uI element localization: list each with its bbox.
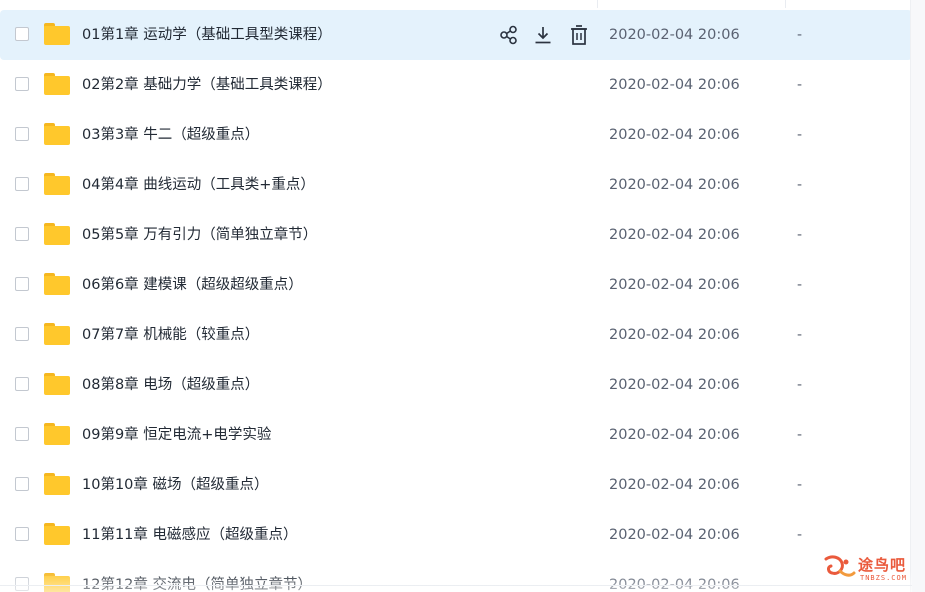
row-checkbox[interactable] — [15, 477, 29, 491]
file-row[interactable]: 05第5章 万有引力（简单独立章节） 2020-02-04 20:06 - — [0, 210, 912, 260]
file-name[interactable]: 08第8章 电场（超级重点） — [82, 375, 259, 395]
watermark-text: 途鸟吧 — [858, 556, 907, 574]
list-bottom-border — [0, 585, 912, 586]
file-size: - — [797, 327, 803, 343]
folder-icon — [44, 573, 70, 592]
header-edge — [0, 0, 925, 10]
row-checkbox[interactable] — [15, 77, 29, 91]
folder-icon — [44, 73, 70, 95]
file-row[interactable]: 03第3章 牛二（超级重点） 2020-02-04 20:06 - — [0, 110, 912, 160]
file-row[interactable]: 11第11章 电磁感应（超级重点） 2020-02-04 20:06 - — [0, 510, 912, 560]
file-row[interactable]: 09第9章 恒定电流+电学实验 2020-02-04 20:06 - — [0, 410, 912, 460]
download-icon[interactable] — [532, 23, 554, 47]
folder-icon — [44, 273, 70, 295]
folder-icon — [44, 173, 70, 195]
modified-time: 2020-02-04 20:06 — [609, 277, 740, 293]
file-name[interactable]: 02第2章 基础力学（基础工具类课程） — [82, 75, 332, 95]
row-checkbox[interactable] — [15, 377, 29, 391]
file-size: - — [797, 527, 803, 543]
folder-icon — [44, 523, 70, 545]
modified-time: 2020-02-04 20:06 — [609, 527, 740, 543]
modified-time: 2020-02-04 20:06 — [609, 427, 740, 443]
watermark-logo: 途鸟吧 TNBZS.COM — [822, 553, 918, 587]
folder-icon — [44, 223, 70, 245]
file-size: - — [797, 477, 803, 493]
modified-time: 2020-02-04 20:06 — [609, 377, 740, 393]
row-checkbox[interactable] — [15, 27, 29, 41]
file-row[interactable]: 08第8章 电场（超级重点） 2020-02-04 20:06 - — [0, 360, 912, 410]
file-size: - — [797, 177, 803, 193]
file-size: - — [797, 127, 803, 143]
file-name[interactable]: 04第4章 曲线运动（工具类+重点） — [82, 175, 315, 195]
file-name[interactable]: 09第9章 恒定电流+电学实验 — [82, 425, 271, 445]
modified-time: 2020-02-04 20:06 — [609, 127, 740, 143]
file-list-view: 01第1章 运动学（基础工具型类课程） 2020-02-04 20:06-02第2… — [0, 0, 925, 592]
file-size: - — [797, 377, 803, 393]
file-row[interactable]: 02第2章 基础力学（基础工具类课程） 2020-02-04 20:06 - — [0, 60, 912, 110]
row-checkbox[interactable] — [15, 427, 29, 441]
row-checkbox[interactable] — [15, 177, 29, 191]
column-divider — [785, 0, 786, 8]
file-size: - — [797, 277, 803, 293]
file-name[interactable]: 07第7章 机械能（较重点） — [82, 325, 259, 345]
file-name[interactable]: 05第5章 万有引力（简单独立章节） — [82, 225, 317, 245]
file-list: 01第1章 运动学（基础工具型类课程） 2020-02-04 20:06-02第2… — [0, 10, 912, 592]
folder-icon — [44, 123, 70, 145]
file-name[interactable]: 12第12章 交流电（简单独立章节） — [82, 575, 312, 592]
file-row[interactable]: 04第4章 曲线运动（工具类+重点） 2020-02-04 20:06 - — [0, 160, 912, 210]
file-row[interactable]: 07第7章 机械能（较重点） 2020-02-04 20:06 - — [0, 310, 912, 360]
folder-icon — [44, 323, 70, 345]
row-checkbox[interactable] — [15, 527, 29, 541]
scrollbar[interactable] — [910, 0, 925, 592]
modified-time: 2020-02-04 20:06 — [609, 577, 740, 592]
row-checkbox[interactable] — [15, 127, 29, 141]
column-divider — [597, 0, 598, 8]
share-icon[interactable] — [498, 23, 520, 47]
modified-time: 2020-02-04 20:06 — [609, 477, 740, 493]
modified-time: 2020-02-04 20:06 — [609, 177, 740, 193]
modified-time: 2020-02-04 20:06 — [609, 27, 740, 43]
file-row[interactable]: 12第12章 交流电（简单独立章节） 2020-02-04 20:06 — [0, 560, 912, 592]
delete-icon[interactable] — [568, 23, 590, 47]
folder-icon — [44, 23, 70, 45]
modified-time: 2020-02-04 20:06 — [609, 227, 740, 243]
folder-icon — [44, 473, 70, 495]
folder-icon — [44, 423, 70, 445]
row-checkbox[interactable] — [15, 577, 29, 591]
file-name[interactable]: 01第1章 运动学（基础工具型类课程） — [82, 25, 332, 45]
watermark-bird-icon — [824, 555, 856, 577]
file-row[interactable]: 01第1章 运动学（基础工具型类课程） 2020-02-04 20:06 - — [0, 10, 912, 60]
file-name[interactable]: 10第10章 磁场（超级重点） — [82, 475, 269, 495]
file-row[interactable]: 10第10章 磁场（超级重点） 2020-02-04 20:06 - — [0, 460, 912, 510]
modified-time: 2020-02-04 20:06 — [609, 77, 740, 93]
file-name[interactable]: 06第6章 建模课（超级超级重点） — [82, 275, 303, 295]
folder-icon — [44, 373, 70, 395]
row-checkbox[interactable] — [15, 327, 29, 341]
file-size: - — [797, 77, 803, 93]
file-size: - — [797, 27, 803, 43]
file-size: - — [797, 427, 803, 443]
file-name[interactable]: 03第3章 牛二（超级重点） — [82, 125, 259, 145]
file-size: - — [797, 227, 803, 243]
file-name[interactable]: 11第11章 电磁感应（超级重点） — [82, 525, 298, 545]
row-checkbox[interactable] — [15, 227, 29, 241]
watermark-subtext: TNBZS.COM — [860, 574, 907, 582]
row-checkbox[interactable] — [15, 277, 29, 291]
file-row[interactable]: 06第6章 建模课（超级超级重点） 2020-02-04 20:06 - — [0, 260, 912, 310]
modified-time: 2020-02-04 20:06 — [609, 327, 740, 343]
